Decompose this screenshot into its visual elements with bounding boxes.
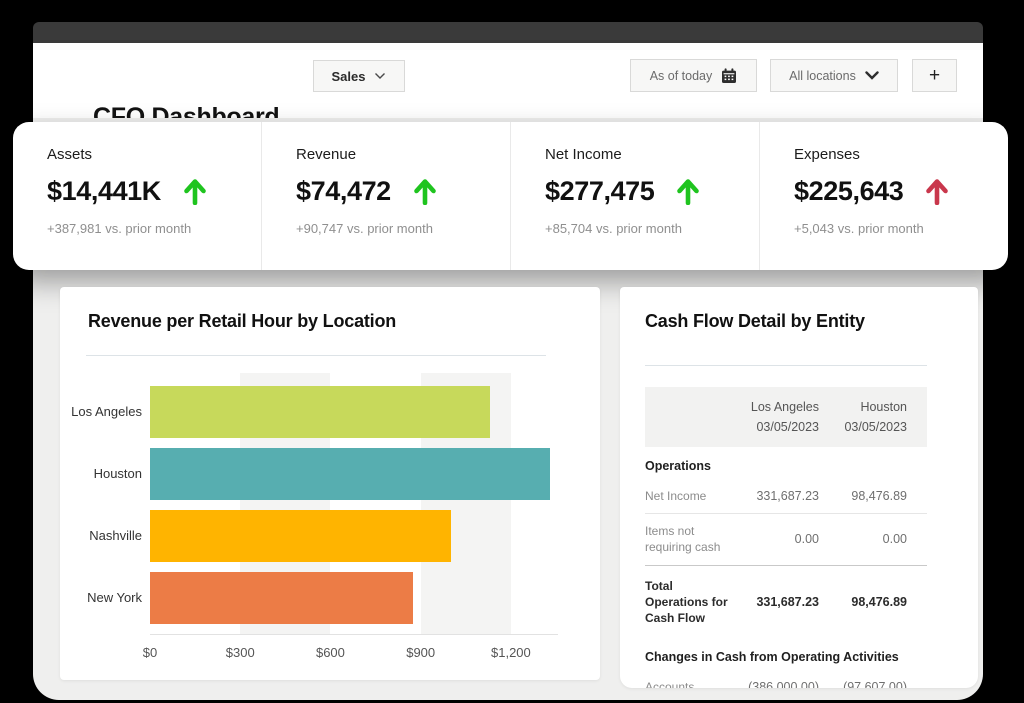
kpi-card-net-income[interactable]: Net Income $277,475 +85,704 vs. prior mont… [510,122,759,270]
row-value: 98,476.89 [819,489,907,503]
sales-filter-dropdown[interactable]: Sales [313,60,405,92]
row-value: 331,687.23 [731,489,819,503]
kpi-label: Revenue [296,146,500,163]
kpi-card-assets[interactable]: Assets $14,441K +387,981 vs. prior month [13,122,261,270]
as-of-date-label: As of today [650,69,713,83]
chevron-down-icon [865,71,879,80]
x-axis-line [150,634,558,635]
kpi-value-row: $74,472 [296,176,500,207]
kpi-card-expenses[interactable]: Expenses $225,643 +5,043 vs. prior month [759,122,1008,270]
row-label: Net Income [645,488,731,504]
kpi-label: Expenses [794,146,998,163]
kpi-delta: +85,704 vs. prior month [545,221,749,236]
revenue-chart-card: Revenue per Retail Hour by Location Los … [60,287,600,680]
row-label: Accounts [645,679,731,688]
add-button[interactable]: + [912,59,957,92]
section-header: Operations [645,447,927,479]
row-value: (97,607.00) [819,680,907,688]
table-row: Net Income331,687.2398,476.89 [645,479,927,513]
row-label: Total Operations for Cash Flow [645,578,731,627]
chart-row-houston: Houston [150,443,550,505]
cash-flow-title-divider [645,365,927,366]
kpi-value-row: $14,441K [47,176,251,207]
x-tick-label: $0 [143,645,157,660]
category-label: New York [60,567,142,629]
column-header-houston: Houston03/05/2023 [819,397,907,437]
calendar-icon [721,68,737,84]
header-spacer [655,397,731,437]
x-tick-label: $900 [406,645,435,660]
kpi-value: $225,643 [794,176,903,207]
row-value: 0.00 [819,532,907,546]
kpi-delta: +387,981 vs. prior month [47,221,251,236]
section-header: Changes in Cash from Operating Activitie… [645,638,927,670]
entity-date: 03/05/2023 [731,417,819,437]
bar-new-york[interactable] [150,572,413,624]
table-row: Total Operations for Cash Flow331,687.23… [645,565,927,639]
kpi-value: $14,441K [47,176,161,207]
kpi-value-row: $277,475 [545,176,749,207]
entity-date: 03/05/2023 [819,417,907,437]
row-value: 0.00 [731,532,819,546]
chart-row-nashville: Nashville [150,505,550,567]
cash-flow-table: Los Angeles03/05/2023Houston03/05/2023Op… [645,387,927,688]
sales-filter-label: Sales [332,69,366,84]
trend-up-arrow-icon [676,178,700,205]
entity-name: Los Angeles [731,397,819,417]
row-value: 331,687.23 [731,595,819,609]
cash-flow-card: Cash Flow Detail by Entity Los Angeles03… [620,287,978,688]
cash-flow-title: Cash Flow Detail by Entity [645,311,865,332]
locations-dropdown[interactable]: All locations [770,59,898,92]
chevron-down-icon [374,72,386,80]
kpi-summary-strip: Assets $14,441K +387,981 vs. prior month Re… [13,122,1008,270]
locations-label: All locations [789,69,856,83]
kpi-delta: +90,747 vs. prior month [296,221,500,236]
kpi-label: Assets [47,146,251,163]
kpi-label: Net Income [545,146,749,163]
as-of-date-button[interactable]: As of today [630,59,757,92]
x-tick-label: $300 [226,645,255,660]
chart-rows: Los AngelesHoustonNashvilleNew York [150,381,550,629]
add-button-label: + [929,65,940,87]
table-row: Items not requiring cash0.000.00 [645,513,927,564]
kpi-delta: +5,043 vs. prior month [794,221,998,236]
kpi-value: $74,472 [296,176,391,207]
trend-up-arrow-icon [925,178,949,205]
bar-los-angeles[interactable] [150,386,490,438]
trend-up-arrow-icon [183,178,207,205]
chart-row-new-york: New York [150,567,550,629]
row-value: (386,000.00) [731,680,819,688]
row-label: Items not requiring cash [645,523,731,555]
category-label: Los Angeles [60,381,142,443]
bar-nashville[interactable] [150,510,451,562]
row-value: 98,476.89 [819,595,907,609]
kpi-card-revenue[interactable]: Revenue $74,472 +90,747 vs. prior month [261,122,510,270]
column-header-los-angeles: Los Angeles03/05/2023 [731,397,819,437]
trend-up-arrow-icon [413,178,437,205]
dashboard-stage: CFO Dashboard Sales As of today All loca… [0,0,1024,703]
x-tick-label: $1,200 [491,645,531,660]
chart-title: Revenue per Retail Hour by Location [88,311,396,332]
x-tick-label: $600 [316,645,345,660]
kpi-value: $277,475 [545,176,654,207]
category-label: Nashville [60,505,142,567]
chart-title-divider [86,355,546,356]
entity-name: Houston [819,397,907,417]
window-titlebar [33,22,983,43]
chart-row-los-angeles: Los Angeles [150,381,550,443]
table-row: Accounts(386,000.00)(97,607.00) [645,670,927,688]
bar-houston[interactable] [150,448,550,500]
cash-flow-header-row: Los Angeles03/05/2023Houston03/05/2023 [645,387,927,447]
category-label: Houston [60,443,142,505]
bar-chart-plot: Los AngelesHoustonNashvilleNew York$0$30… [150,373,550,634]
kpi-value-row: $225,643 [794,176,998,207]
